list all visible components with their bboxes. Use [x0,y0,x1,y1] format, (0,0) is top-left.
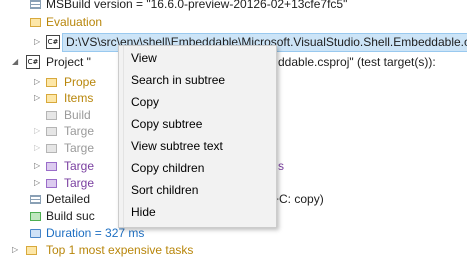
expand-arrow-icon[interactable]: ▷ [34,31,40,53]
top-tasks-label: Top 1 most expensive tasks [46,243,194,257]
target-icon [46,127,57,136]
target-icon [46,179,57,188]
target-label-tail: s [278,159,284,173]
project-label: Project " [46,55,91,69]
target-icon [46,144,57,153]
menu-item-view[interactable]: View [131,48,157,68]
properties-folder-icon [46,78,57,87]
collapse-arrow-icon[interactable]: ◢ [12,51,18,73]
menu-gutter [119,46,124,227]
context-menu: View Search in subtree Copy Copy subtree… [118,45,277,228]
project-label-tail: ddable.csproj" (test target(s)): [278,55,436,69]
folder-icon [26,246,37,255]
build-icon [46,111,57,120]
folder-icon [30,18,41,27]
target-icon [46,162,57,171]
csharp-project-icon: C# [46,35,60,49]
menu-item-copy[interactable]: Copy [131,92,159,112]
clock-icon [30,229,41,238]
detailed-label-tail: +C: copy) [272,192,324,206]
success-icon [30,212,41,221]
info-icon [30,0,41,9]
expand-arrow-icon[interactable]: ▷ [34,87,40,109]
expand-arrow-icon[interactable]: ▷ [34,172,40,194]
message-icon [30,195,41,204]
menu-item-search-in-subtree[interactable]: Search in subtree [131,70,225,90]
menu-item-sort-children[interactable]: Sort children [131,180,198,200]
menu-item-hide[interactable]: Hide [131,202,156,222]
csharp-project-icon: C# [26,55,40,69]
menu-item-view-subtree-text[interactable]: View subtree text [131,136,223,156]
menu-item-copy-children[interactable]: Copy children [131,158,204,178]
menu-item-copy-subtree[interactable]: Copy subtree [131,114,202,134]
items-folder-icon [46,94,57,103]
evaluation-label: Evaluation [46,15,103,29]
expand-arrow-icon[interactable]: ▷ [12,239,18,261]
